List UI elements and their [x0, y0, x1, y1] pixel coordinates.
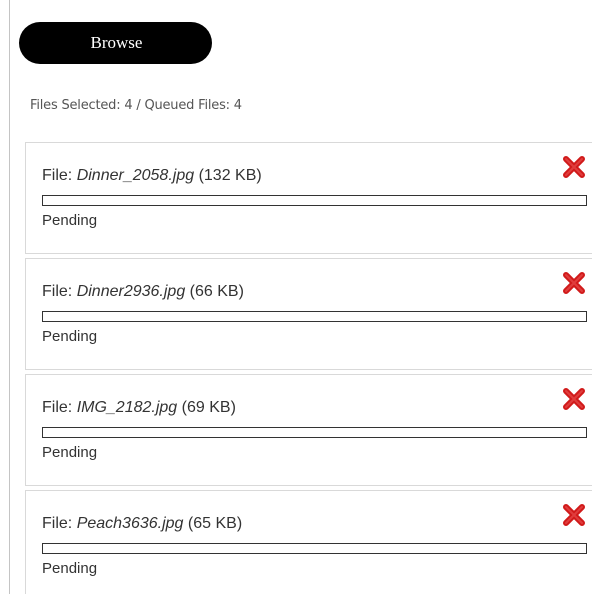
- file-info: File: IMG_2182.jpg (69 KB): [42, 399, 236, 417]
- file-name: Peach3636.jpg: [76, 515, 184, 532]
- upload-queue: File: Dinner_2058.jpg (132 KB) Pending F…: [25, 142, 592, 594]
- progress-bar: [42, 427, 587, 438]
- cancel-x-icon[interactable]: [561, 154, 587, 180]
- queue-item: File: IMG_2182.jpg (69 KB) Pending: [25, 374, 592, 486]
- progress-bar: [42, 543, 587, 554]
- queue-item: File: Peach3636.jpg (65 KB) Pending: [25, 490, 592, 594]
- file-prefix: File:: [42, 515, 73, 532]
- file-prefix: File:: [42, 399, 73, 416]
- progress-bar: [42, 195, 587, 206]
- file-info: File: Dinner2936.jpg (66 KB): [42, 283, 244, 301]
- file-status: Pending: [42, 212, 98, 229]
- file-name: Dinner2936.jpg: [76, 283, 186, 300]
- file-name: Dinner_2058.jpg: [76, 167, 195, 184]
- file-prefix: File:: [42, 167, 73, 184]
- queue-status-text: Files Selected: 4 / Queued Files: 4: [30, 98, 242, 113]
- file-size: (66 KB): [189, 283, 244, 300]
- cancel-x-icon[interactable]: [561, 502, 587, 528]
- cancel-x-icon[interactable]: [561, 386, 587, 412]
- file-prefix: File:: [42, 283, 73, 300]
- file-info: File: Peach3636.jpg (65 KB): [42, 515, 242, 533]
- left-divider: [9, 0, 10, 594]
- file-size: (65 KB): [187, 515, 243, 532]
- queue-item: File: Dinner_2058.jpg (132 KB) Pending: [25, 142, 592, 254]
- file-name: IMG_2182.jpg: [76, 399, 178, 416]
- file-info: File: Dinner_2058.jpg (132 KB): [42, 167, 262, 185]
- file-size: (132 KB): [198, 167, 262, 184]
- file-status: Pending: [42, 444, 98, 461]
- browse-button[interactable]: Browse: [19, 22, 212, 64]
- queue-item: File: Dinner2936.jpg (66 KB) Pending: [25, 258, 592, 370]
- cancel-x-icon[interactable]: [561, 270, 587, 296]
- file-status: Pending: [42, 560, 98, 577]
- file-size: (69 KB): [181, 399, 236, 416]
- file-status: Pending: [42, 328, 98, 345]
- progress-bar: [42, 311, 587, 322]
